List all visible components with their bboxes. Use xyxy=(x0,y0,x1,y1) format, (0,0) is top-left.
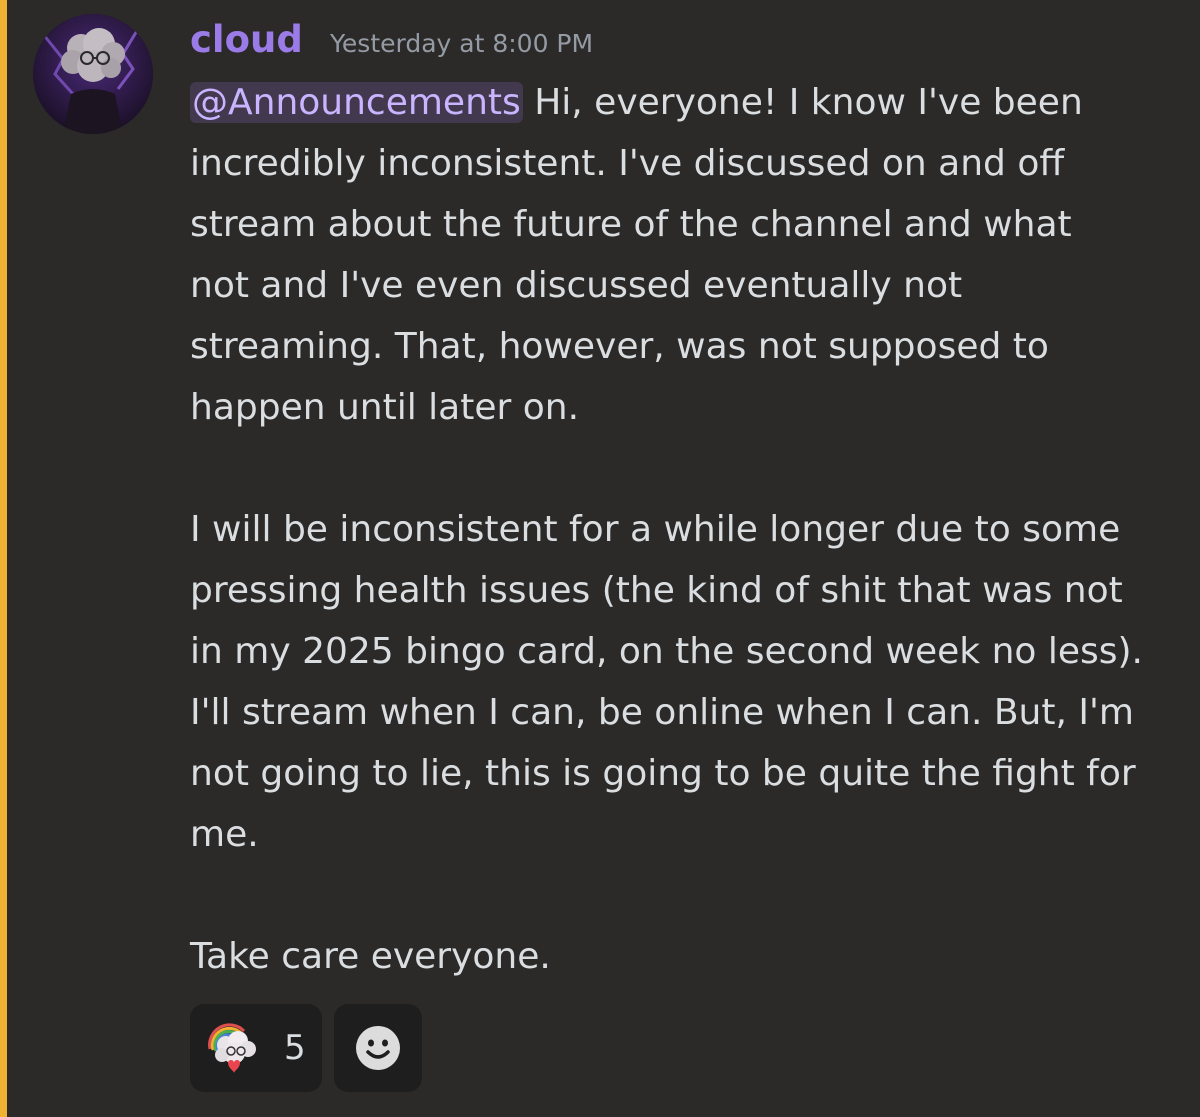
message-container: cloud Yesterday at 8:00 PM @Announcement… xyxy=(0,0,1200,1117)
message-timestamp[interactable]: Yesterday at 8:00 PM xyxy=(330,29,593,58)
username[interactable]: cloud xyxy=(190,18,303,61)
message-line: I will be inconsistent for a while longe… xyxy=(190,509,1121,550)
message-line: pressing health issues (the kind of shit… xyxy=(190,570,1123,611)
reactions-bar: 5 xyxy=(190,1004,422,1092)
role-mention[interactable]: @Announcements xyxy=(190,82,523,123)
message-line: I'll stream when I can, be online when I… xyxy=(190,692,1134,733)
message-line: streaming. That, however, was not suppos… xyxy=(190,326,1049,367)
message-line-text: Hi, everyone! I know I've been xyxy=(534,82,1083,123)
message-line: Take care everyone. xyxy=(190,936,551,977)
message-line: not going to lie, this is going to be qu… xyxy=(190,753,1136,794)
avatar[interactable] xyxy=(33,14,153,134)
avatar-image xyxy=(33,14,153,134)
message-line: @Announcements Hi, everyone! I know I've… xyxy=(190,72,1180,133)
message-header: cloud Yesterday at 8:00 PM xyxy=(190,18,593,72)
message-line: happen until later on. xyxy=(190,387,580,428)
message-line: incredibly inconsistent. I've discussed … xyxy=(190,143,1065,184)
message-content: @Announcements Hi, everyone! I know I've… xyxy=(190,72,1180,987)
message-line: not and I've even discussed eventually n… xyxy=(190,265,963,306)
reaction-button[interactable]: 5 xyxy=(190,1004,322,1092)
add-reaction-button[interactable] xyxy=(334,1004,422,1092)
message-line: in my 2025 bingo card, on the second wee… xyxy=(190,631,1143,672)
smiley-face-icon xyxy=(356,1026,400,1070)
message-line: me. xyxy=(190,814,259,855)
message-line: stream about the future of the channel a… xyxy=(190,204,1072,245)
reaction-count: 5 xyxy=(284,1028,306,1068)
mention-highlight-bar xyxy=(0,0,7,1117)
cloud-heart-emoji-icon xyxy=(208,1023,256,1073)
